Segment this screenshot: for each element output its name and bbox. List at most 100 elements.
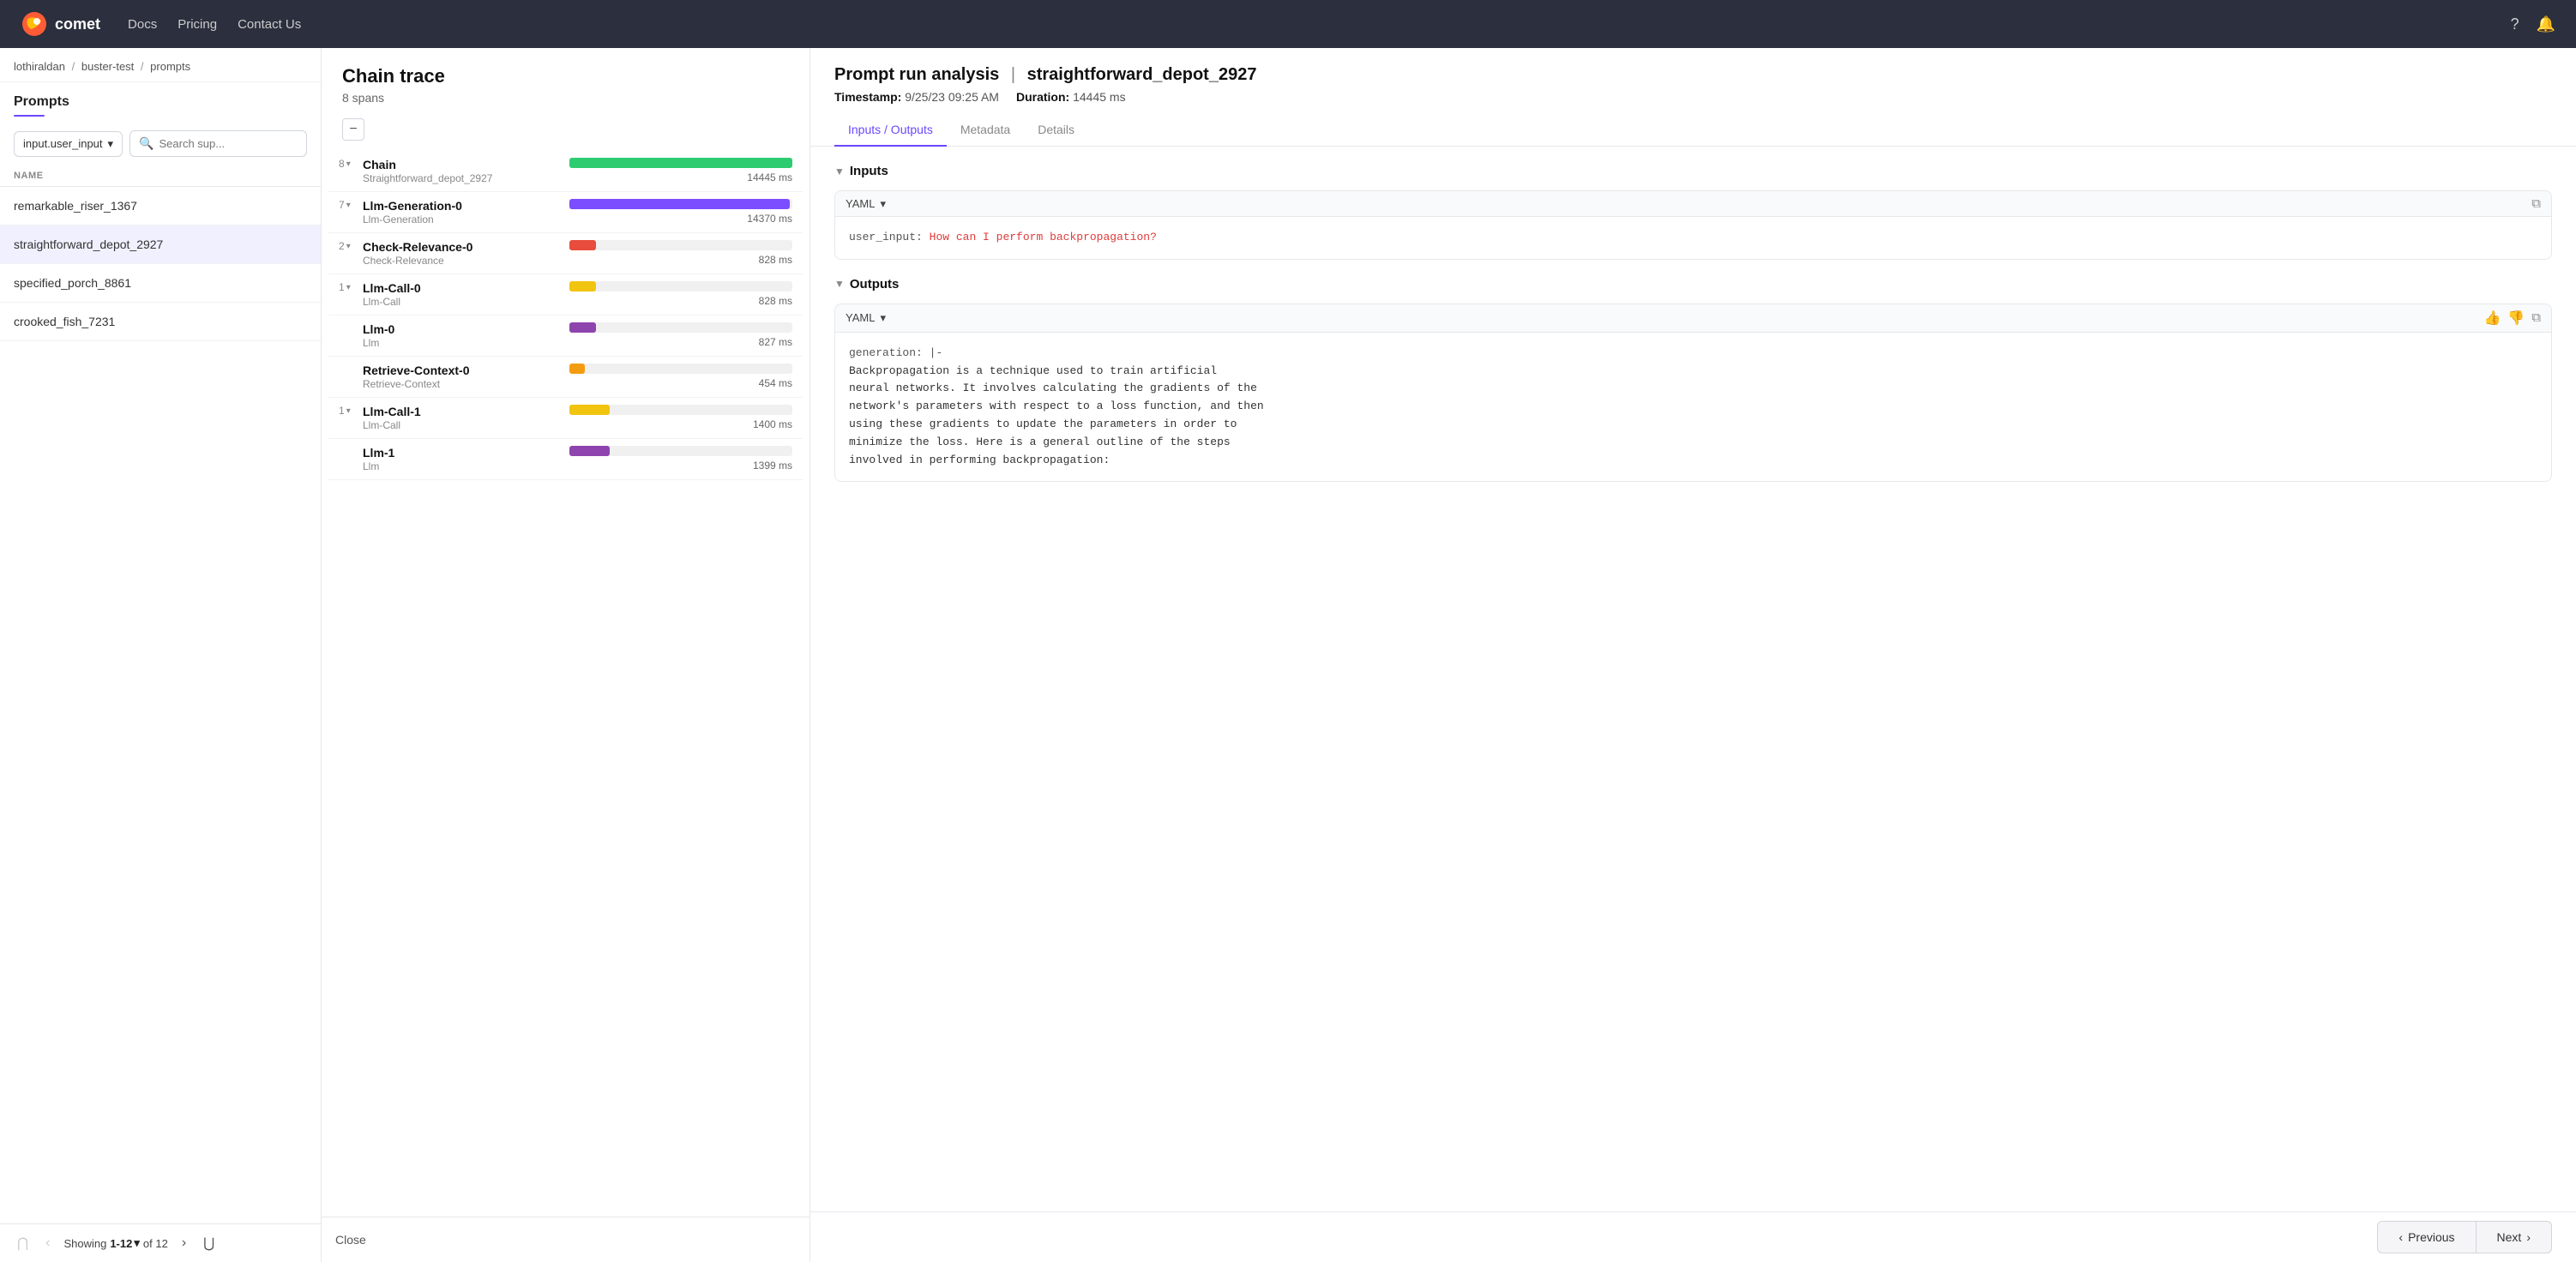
- inputs-yaml-toolbar: YAML ▾ ⧉: [835, 191, 2551, 217]
- sidebar-item-specified[interactable]: specified_porch_8861: [0, 264, 321, 303]
- span-details: Llm-Call-0 Llm-Call: [363, 281, 563, 308]
- span-number: [339, 446, 356, 458]
- logo[interactable]: comet: [21, 10, 100, 38]
- chain-title: Chain trace: [342, 65, 789, 87]
- span-bar-track: [569, 158, 792, 168]
- span-details: Retrieve-Context-0 Retrieve-Context: [363, 364, 563, 390]
- first-page-btn[interactable]: ⋂: [14, 1233, 32, 1253]
- chevron-right-icon: ›: [2526, 1230, 2531, 1244]
- span-bar: [569, 281, 596, 291]
- analysis-title: Prompt run analysis | straightforward_de…: [834, 65, 2552, 85]
- page-info: Showing 1-12 ▾ of 12: [63, 1236, 167, 1250]
- span-bar-area: 454 ms: [569, 364, 792, 389]
- span-bar: [569, 158, 792, 168]
- analysis-tabs: Inputs / Outputs Metadata Details: [834, 114, 2552, 146]
- span-bar-track: [569, 405, 792, 415]
- search-input[interactable]: [159, 137, 298, 150]
- span-bar-area: 827 ms: [569, 322, 792, 348]
- span-row-retrieve-context[interactable]: Retrieve-Context-0 Retrieve-Context 454 …: [328, 357, 803, 398]
- chevron-down-icon: ▾: [880, 311, 886, 325]
- outputs-chevron-icon: ▼: [834, 278, 845, 290]
- tab-details[interactable]: Details: [1024, 114, 1088, 147]
- span-bar: [569, 322, 596, 333]
- chevron-icon: ▾: [346, 242, 351, 251]
- span-row-llm-0[interactable]: Llm-0 Llm 827 ms: [328, 316, 803, 357]
- next-button[interactable]: Next ›: [2477, 1221, 2552, 1253]
- span-row-chain[interactable]: 8 ▾ Chain Straightforward_depot_2927 144…: [328, 151, 803, 192]
- outputs-copy-button[interactable]: ⧉: [2531, 309, 2541, 327]
- breadcrumb-user[interactable]: lothiraldan: [14, 60, 65, 73]
- span-bar-area: 14445 ms: [569, 158, 792, 183]
- search-icon: 🔍: [139, 136, 153, 151]
- span-number: [339, 322, 356, 334]
- span-details: Llm-Generation-0 Llm-Generation: [363, 199, 563, 225]
- span-bar-track: [569, 199, 792, 209]
- tab-metadata[interactable]: Metadata: [947, 114, 1024, 147]
- span-number: 1 ▾: [339, 405, 356, 417]
- filter-select-dropdown[interactable]: input.user_input ▾: [14, 131, 123, 157]
- span-details: Check-Relevance-0 Check-Relevance: [363, 240, 563, 267]
- inputs-yaml-label[interactable]: YAML ▾: [846, 197, 886, 211]
- notification-icon-btn[interactable]: 🔔: [2537, 15, 2555, 33]
- thumbs-up-btn[interactable]: 👍: [2483, 309, 2501, 327]
- sidebar-item-straightforward[interactable]: straightforward_depot_2927: [0, 225, 321, 264]
- close-button[interactable]: Close: [335, 1226, 366, 1253]
- filter-select-value: input.user_input: [23, 137, 103, 150]
- sidebar-item-remarkable[interactable]: remarkable_riser_1367: [0, 187, 321, 225]
- prev-page-btn[interactable]: ‹: [42, 1234, 53, 1253]
- dropdown-arrow-icon: ▾: [134, 1236, 140, 1250]
- span-bar: [569, 240, 596, 250]
- next-page-btn[interactable]: ›: [178, 1234, 190, 1253]
- analysis-header: Prompt run analysis | straightforward_de…: [810, 48, 2576, 147]
- last-page-btn[interactable]: ⋃: [200, 1233, 218, 1253]
- generation-text: Backpropagation is a technique used to t…: [849, 364, 1264, 466]
- outputs-yaml-label[interactable]: YAML ▾: [846, 311, 886, 325]
- yaml-input-key: user_input:: [849, 231, 923, 243]
- span-bar-area: 828 ms: [569, 281, 792, 307]
- span-bar-track: [569, 364, 792, 374]
- sidebar-title: Prompts: [0, 82, 321, 115]
- inputs-section-header[interactable]: ▼ Inputs: [834, 164, 2552, 178]
- span-row-llm-call-1[interactable]: 1 ▾ Llm-Call-1 Llm-Call 1400 ms: [328, 398, 803, 439]
- thumbs-down-btn[interactable]: 👎: [2507, 309, 2525, 327]
- span-details: Llm-1 Llm: [363, 446, 563, 472]
- span-number: [339, 364, 356, 376]
- inputs-chevron-icon: ▼: [834, 165, 845, 177]
- chevron-left-icon: ‹: [2398, 1230, 2403, 1244]
- showing-label: Showing: [63, 1237, 106, 1250]
- outputs-section-header[interactable]: ▼ Outputs: [834, 277, 2552, 291]
- help-icon-btn[interactable]: ?: [2511, 15, 2519, 33]
- outputs-section-label: Outputs: [850, 277, 900, 291]
- span-row-llm-gen-0[interactable]: 7 ▾ Llm-Generation-0 Llm-Generation 1437…: [328, 192, 803, 233]
- sidebar-pagination: ⋂ ‹ Showing 1-12 ▾ of 12 › ⋃: [0, 1223, 321, 1262]
- chain-spans-count: 8 spans: [342, 91, 789, 105]
- breadcrumb: lothiraldan / buster-test / prompts: [0, 48, 321, 82]
- sidebar-item-crooked[interactable]: crooked_fish_7231: [0, 303, 321, 341]
- main-layout: lothiraldan / buster-test / prompts Prom…: [0, 48, 2576, 1262]
- span-bar-track: [569, 446, 792, 456]
- previous-button[interactable]: ‹ Previous: [2377, 1221, 2476, 1253]
- nav-docs[interactable]: Docs: [128, 17, 157, 32]
- span-row-check-relevance[interactable]: 2 ▾ Check-Relevance-0 Check-Relevance 82…: [328, 233, 803, 274]
- inputs-yaml-body: user_input: How can I perform backpropag…: [835, 217, 2551, 259]
- inputs-copy-button[interactable]: ⧉: [2531, 196, 2541, 211]
- sidebar-list: remarkable_riser_1367 straightforward_de…: [0, 187, 321, 1223]
- outputs-section: ▼ Outputs YAML ▾ 👍 👎 ⧉: [834, 277, 2552, 483]
- breadcrumb-section[interactable]: prompts: [150, 60, 190, 73]
- sidebar-filters: input.user_input ▾ 🔍: [0, 125, 321, 165]
- page-range-select[interactable]: 1-12 ▾: [110, 1236, 140, 1250]
- span-row-llm-call-0[interactable]: 1 ▾ Llm-Call-0 Llm-Call 828 ms: [328, 274, 803, 316]
- nav-contact[interactable]: Contact Us: [238, 17, 301, 32]
- span-row-llm-1[interactable]: Llm-1 Llm 1399 ms: [328, 439, 803, 480]
- span-number: 8 ▾: [339, 158, 356, 170]
- breadcrumb-project[interactable]: buster-test: [81, 60, 134, 73]
- top-navigation: comet Docs Pricing Contact Us ? 🔔: [0, 0, 2576, 48]
- outputs-yaml-body: generation: |- Backpropagation is a tech…: [835, 333, 2551, 482]
- filter-search-box: 🔍: [129, 130, 307, 157]
- nav-pricing[interactable]: Pricing: [178, 17, 217, 32]
- yaml-feedback-buttons: 👍 👎 ⧉: [2483, 309, 2541, 327]
- sidebar: lothiraldan / buster-test / prompts Prom…: [0, 48, 322, 1262]
- zoom-out-btn[interactable]: −: [342, 118, 364, 141]
- analysis-panel: Prompt run analysis | straightforward_de…: [810, 48, 2576, 1262]
- tab-inputs-outputs[interactable]: Inputs / Outputs: [834, 114, 947, 147]
